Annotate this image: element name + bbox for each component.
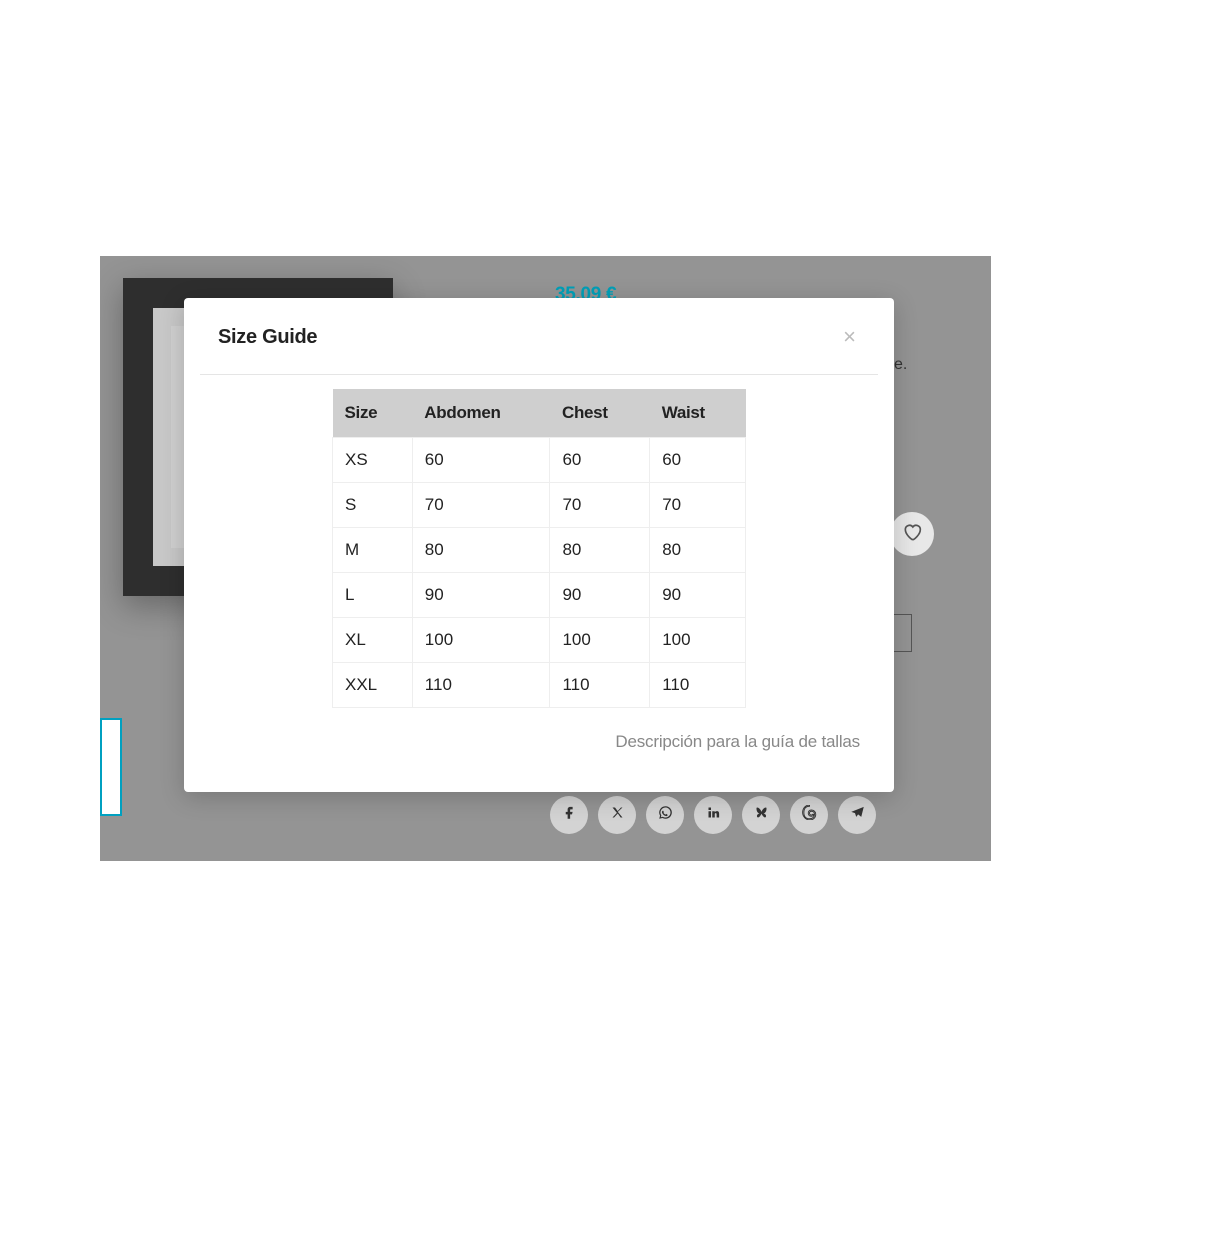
whatsapp-icon [658,805,673,825]
table-cell: 90 [650,573,746,618]
share-linkedin[interactable] [694,796,732,834]
table-row: L909090 [333,573,746,618]
table-cell: 80 [412,528,550,573]
table-cell: XS [333,438,413,483]
col-header-chest: Chest [550,389,650,438]
size-guide-modal: Size Guide × Size Abdomen Chest Waist XS… [184,298,894,792]
table-cell: 110 [412,663,550,708]
table-row: XS606060 [333,438,746,483]
modal-divider [200,374,878,375]
table-cell: 90 [412,573,550,618]
close-icon: × [843,324,856,349]
table-cell: 70 [650,483,746,528]
table-cell: 100 [650,618,746,663]
table-cell: 100 [550,618,650,663]
share-facebook[interactable] [550,796,588,834]
col-header-size: Size [333,389,413,438]
product-page-viewport: 35,09 € e. Size Guide [100,256,991,861]
bluesky-icon [754,805,769,825]
wishlist-button[interactable] [890,512,934,556]
table-cell: 80 [550,528,650,573]
table-cell: 90 [550,573,650,618]
table-row: S707070 [333,483,746,528]
modal-header: Size Guide × [184,298,894,374]
table-cell: 80 [650,528,746,573]
modal-close-button[interactable]: × [839,322,860,352]
x-twitter-icon [610,805,625,825]
linkedin-icon [706,805,721,825]
share-telegram[interactable] [838,796,876,834]
share-threads[interactable] [790,796,828,834]
threads-icon [802,805,817,825]
heart-icon [902,522,922,547]
col-header-abdomen: Abdomen [412,389,550,438]
table-cell: 60 [550,438,650,483]
share-whatsapp[interactable] [646,796,684,834]
product-description-fragment: e. [894,356,907,374]
facebook-icon [562,805,577,825]
table-cell: XL [333,618,413,663]
table-row: XL100100100 [333,618,746,663]
share-x[interactable] [598,796,636,834]
table-row: XXL110110110 [333,663,746,708]
size-guide-table: Size Abdomen Chest Waist XS606060S707070… [332,389,746,708]
social-share-row [550,796,876,834]
modal-title: Size Guide [218,326,317,349]
table-cell: 100 [412,618,550,663]
share-bluesky[interactable] [742,796,780,834]
table-header-row: Size Abdomen Chest Waist [333,389,746,438]
table-cell: 60 [412,438,550,483]
table-cell: L [333,573,413,618]
modal-footer-description: Descripción para la guía de tallas [184,708,894,752]
product-thumbnail-selected[interactable] [100,718,122,816]
table-cell: 110 [650,663,746,708]
table-cell: XXL [333,663,413,708]
table-cell: M [333,528,413,573]
table-cell: 110 [550,663,650,708]
table-cell: 70 [550,483,650,528]
table-cell: 70 [412,483,550,528]
telegram-icon [850,805,865,825]
table-cell: S [333,483,413,528]
table-cell: 60 [650,438,746,483]
table-row: M808080 [333,528,746,573]
col-header-waist: Waist [650,389,746,438]
